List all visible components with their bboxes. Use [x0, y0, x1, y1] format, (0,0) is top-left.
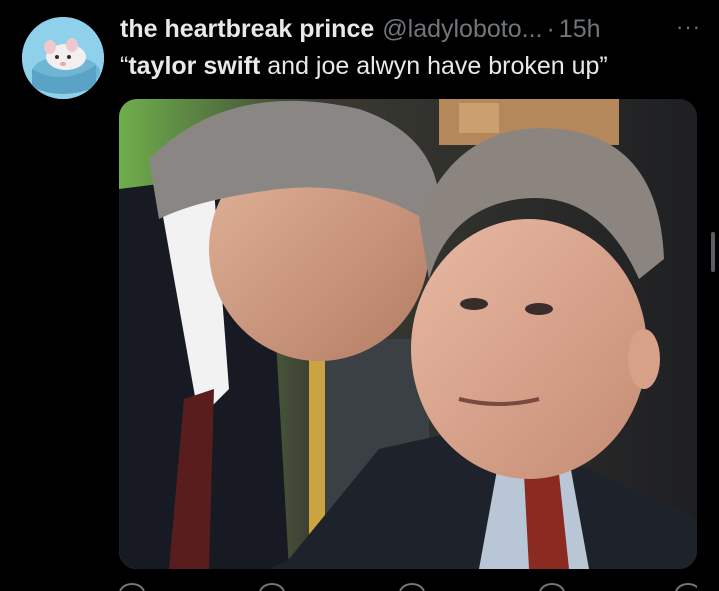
tweet-header: the heartbreak prince @ladyloboto... · 1…: [120, 12, 701, 46]
photo-image: [119, 99, 697, 569]
reply-icon[interactable]: [119, 583, 145, 591]
timestamp[interactable]: 15h: [559, 15, 601, 44]
display-name[interactable]: the heartbreak prince: [120, 15, 374, 44]
avatar-rat-image: [22, 17, 104, 99]
avatar[interactable]: [22, 17, 104, 99]
tweet-text: “taylor swift and joe alwyn have broken …: [120, 52, 608, 81]
tweet-text-rest: and joe alwyn have broken up”: [260, 52, 608, 80]
separator-dot: ·: [546, 14, 555, 43]
tweet-media-photo[interactable]: [119, 99, 697, 569]
like-icon[interactable]: [399, 583, 425, 591]
tweet[interactable]: the heartbreak prince @ladyloboto... · 1…: [0, 0, 719, 591]
views-icon[interactable]: [539, 583, 565, 591]
share-icon[interactable]: [675, 583, 697, 591]
scrollbar[interactable]: [711, 232, 715, 272]
tweet-text-bold: taylor swift: [128, 52, 261, 80]
more-options-icon[interactable]: ···: [676, 14, 701, 40]
user-handle[interactable]: @ladyloboto...: [382, 15, 542, 44]
action-bar: [119, 583, 697, 591]
retweet-icon[interactable]: [259, 583, 285, 591]
